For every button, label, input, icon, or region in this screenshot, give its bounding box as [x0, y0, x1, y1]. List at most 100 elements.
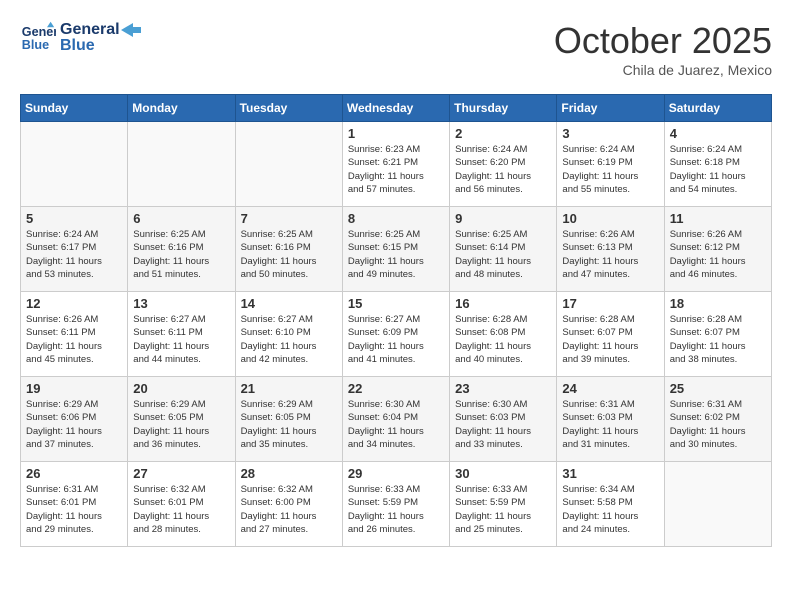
calendar-day-cell: 13 Sunrise: 6:27 AM Sunset: 6:11 PM Dayli… — [128, 292, 235, 377]
day-number: 18 — [670, 296, 766, 311]
day-number: 12 — [26, 296, 122, 311]
day-number: 3 — [562, 126, 658, 141]
calendar-day-cell: 5Sunrise: 6:24 AM Sunset: 6:17 PM Daylig… — [21, 207, 128, 292]
day-info: Sunrise: 6:32 AM Sunset: 6:01 PM Dayligh… — [133, 483, 229, 536]
day-number: 23 — [455, 381, 551, 396]
calendar-day-cell: 27 Sunrise: 6:32 AM Sunset: 6:01 PM Dayli… — [128, 462, 235, 547]
calendar-header-row: SundayMondayTuesdayWednesdayThursdayFrid… — [21, 95, 772, 122]
calendar-day-cell: 24Sunrise: 6:31 AM Sunset: 6:03 PM Dayli… — [557, 377, 664, 462]
day-info: Sunrise: 6:29 AM Sunset: 6:05 PM Dayligh… — [133, 398, 229, 451]
calendar-day-cell: 3 Sunrise: 6:24 AM Sunset: 6:19 PM Daylig… — [557, 122, 664, 207]
day-info: Sunrise: 6:28 AM Sunset: 6:07 PM Dayligh… — [670, 313, 766, 366]
calendar-day-cell: 1 Sunrise: 6:23 AM Sunset: 6:21 PM Daylig… — [342, 122, 449, 207]
calendar-day-cell: 7 Sunrise: 6:25 AM Sunset: 6:16 PM Daylig… — [235, 207, 342, 292]
day-info: Sunrise: 6:24 AM Sunset: 6:19 PM Dayligh… — [562, 143, 658, 196]
day-info: Sunrise: 6:30 AM Sunset: 6:03 PM Dayligh… — [455, 398, 551, 451]
calendar-week-row: 26 Sunrise: 6:31 AM Sunset: 6:01 PM Dayli… — [21, 462, 772, 547]
day-number: 16 — [455, 296, 551, 311]
svg-text:Blue: Blue — [22, 38, 49, 52]
calendar-day-cell: 26 Sunrise: 6:31 AM Sunset: 6:01 PM Dayli… — [21, 462, 128, 547]
calendar-day-cell: 11Sunrise: 6:26 AM Sunset: 6:12 PM Dayli… — [664, 207, 771, 292]
day-number: 29 — [348, 466, 444, 481]
calendar-table: SundayMondayTuesdayWednesdayThursdayFrid… — [20, 94, 772, 547]
day-number: 4 — [670, 126, 766, 141]
day-number: 17 — [562, 296, 658, 311]
day-info: Sunrise: 6:29 AM Sunset: 6:06 PM Dayligh… — [26, 398, 122, 451]
day-number: 8 — [348, 211, 444, 226]
day-of-week-header: Tuesday — [235, 95, 342, 122]
calendar-day-cell: 29 Sunrise: 6:33 AM Sunset: 5:59 PM Dayli… — [342, 462, 449, 547]
day-info: Sunrise: 6:34 AM Sunset: 5:58 PM Dayligh… — [562, 483, 658, 536]
day-info: Sunrise: 6:27 AM Sunset: 6:09 PM Dayligh… — [348, 313, 444, 366]
day-number: 26 — [26, 466, 122, 481]
calendar-day-cell: 14 Sunrise: 6:27 AM Sunset: 6:10 PM Dayli… — [235, 292, 342, 377]
calendar-day-cell: 23 Sunrise: 6:30 AM Sunset: 6:03 PM Dayli… — [450, 377, 557, 462]
calendar-day-cell — [21, 122, 128, 207]
day-info: Sunrise: 6:33 AM Sunset: 5:59 PM Dayligh… — [348, 483, 444, 536]
calendar-day-cell: 18 Sunrise: 6:28 AM Sunset: 6:07 PM Dayli… — [664, 292, 771, 377]
day-number: 22 — [348, 381, 444, 396]
calendar-day-cell: 20 Sunrise: 6:29 AM Sunset: 6:05 PM Dayli… — [128, 377, 235, 462]
day-of-week-header: Saturday — [664, 95, 771, 122]
day-number: 1 — [348, 126, 444, 141]
day-info: Sunrise: 6:26 AM Sunset: 6:13 PM Dayligh… — [562, 228, 658, 281]
calendar-day-cell: 15Sunrise: 6:27 AM Sunset: 6:09 PM Dayli… — [342, 292, 449, 377]
day-number: 25 — [670, 381, 766, 396]
day-of-week-header: Friday — [557, 95, 664, 122]
day-number: 27 — [133, 466, 229, 481]
day-info: Sunrise: 6:25 AM Sunset: 6:16 PM Dayligh… — [241, 228, 337, 281]
day-number: 5 — [26, 211, 122, 226]
calendar-day-cell: 25 Sunrise: 6:31 AM Sunset: 6:02 PM Dayli… — [664, 377, 771, 462]
calendar-day-cell: 21 Sunrise: 6:29 AM Sunset: 6:05 PM Dayli… — [235, 377, 342, 462]
day-info: Sunrise: 6:31 AM Sunset: 6:02 PM Dayligh… — [670, 398, 766, 451]
day-number: 7 — [241, 211, 337, 226]
calendar-day-cell: 31 Sunrise: 6:34 AM Sunset: 5:58 PM Dayli… — [557, 462, 664, 547]
calendar-day-cell: 4 Sunrise: 6:24 AM Sunset: 6:18 PM Daylig… — [664, 122, 771, 207]
day-info: Sunrise: 6:31 AM Sunset: 6:01 PM Dayligh… — [26, 483, 122, 536]
day-of-week-header: Sunday — [21, 95, 128, 122]
calendar-day-cell: 19Sunrise: 6:29 AM Sunset: 6:06 PM Dayli… — [21, 377, 128, 462]
day-info: Sunrise: 6:29 AM Sunset: 6:05 PM Dayligh… — [241, 398, 337, 451]
calendar-day-cell: 8 Sunrise: 6:25 AM Sunset: 6:15 PM Daylig… — [342, 207, 449, 292]
day-info: Sunrise: 6:32 AM Sunset: 6:00 PM Dayligh… — [241, 483, 337, 536]
day-number: 31 — [562, 466, 658, 481]
day-info: Sunrise: 6:27 AM Sunset: 6:10 PM Dayligh… — [241, 313, 337, 366]
logo-icon: General Blue — [20, 20, 56, 56]
calendar-day-cell: 6Sunrise: 6:25 AM Sunset: 6:16 PM Daylig… — [128, 207, 235, 292]
day-info: Sunrise: 6:27 AM Sunset: 6:11 PM Dayligh… — [133, 313, 229, 366]
location-subtitle: Chila de Juarez, Mexico — [554, 62, 772, 78]
day-number: 10 — [562, 211, 658, 226]
calendar-day-cell — [128, 122, 235, 207]
day-info: Sunrise: 6:33 AM Sunset: 5:59 PM Dayligh… — [455, 483, 551, 536]
day-of-week-header: Wednesday — [342, 95, 449, 122]
day-number: 14 — [241, 296, 337, 311]
day-info: Sunrise: 6:26 AM Sunset: 6:11 PM Dayligh… — [26, 313, 122, 366]
logo: General Blue General Blue — [20, 20, 141, 56]
day-info: Sunrise: 6:28 AM Sunset: 6:07 PM Dayligh… — [562, 313, 658, 366]
page-header: General Blue General Blue October 2025 C… — [20, 20, 772, 78]
day-number: 30 — [455, 466, 551, 481]
day-info: Sunrise: 6:25 AM Sunset: 6:16 PM Dayligh… — [133, 228, 229, 281]
day-number: 21 — [241, 381, 337, 396]
calendar-day-cell: 30 Sunrise: 6:33 AM Sunset: 5:59 PM Dayli… — [450, 462, 557, 547]
day-number: 2 — [455, 126, 551, 141]
calendar-day-cell: 17 Sunrise: 6:28 AM Sunset: 6:07 PM Dayli… — [557, 292, 664, 377]
title-block: October 2025 Chila de Juarez, Mexico — [554, 20, 772, 78]
calendar-day-cell — [664, 462, 771, 547]
day-number: 28 — [241, 466, 337, 481]
day-of-week-header: Thursday — [450, 95, 557, 122]
month-title: October 2025 — [554, 20, 772, 62]
day-number: 20 — [133, 381, 229, 396]
logo-arrow-icon — [121, 23, 141, 37]
calendar-day-cell: 10 Sunrise: 6:26 AM Sunset: 6:13 PM Dayli… — [557, 207, 664, 292]
day-info: Sunrise: 6:24 AM Sunset: 6:18 PM Dayligh… — [670, 143, 766, 196]
logo-blue: Blue — [60, 37, 141, 55]
calendar-day-cell: 16Sunrise: 6:28 AM Sunset: 6:08 PM Dayli… — [450, 292, 557, 377]
calendar-day-cell: 9Sunrise: 6:25 AM Sunset: 6:14 PM Daylig… — [450, 207, 557, 292]
day-info: Sunrise: 6:25 AM Sunset: 6:15 PM Dayligh… — [348, 228, 444, 281]
day-info: Sunrise: 6:23 AM Sunset: 6:21 PM Dayligh… — [348, 143, 444, 196]
calendar-day-cell: 22Sunrise: 6:30 AM Sunset: 6:04 PM Dayli… — [342, 377, 449, 462]
calendar-week-row: 5Sunrise: 6:24 AM Sunset: 6:17 PM Daylig… — [21, 207, 772, 292]
day-of-week-header: Monday — [128, 95, 235, 122]
day-number: 13 — [133, 296, 229, 311]
